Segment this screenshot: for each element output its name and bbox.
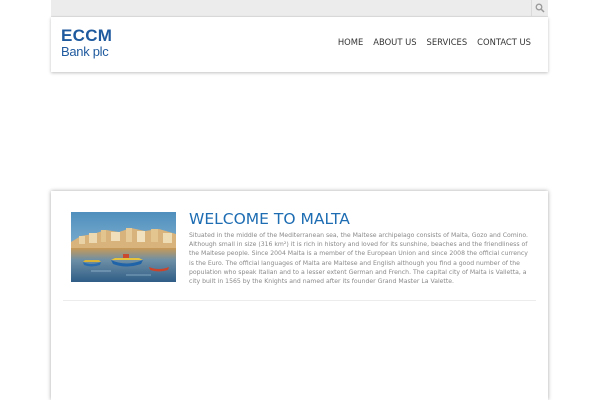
divider <box>63 300 536 301</box>
nav-contact-us[interactable]: CONTACT US <box>477 37 531 47</box>
site-logo[interactable]: ECCM Bank plc <box>61 27 112 58</box>
article-body: Situated in the middle of the Mediterran… <box>189 232 528 286</box>
search-icon <box>535 3 545 13</box>
nav-home[interactable]: HOME <box>338 37 363 47</box>
malta-harbour-photo <box>71 212 176 282</box>
site-header: ECCM Bank plc HOME ABOUT US SERVICES CON… <box>51 17 548 72</box>
logo-line2: Bank plc <box>61 44 109 59</box>
nav-services[interactable]: SERVICES <box>427 37 468 47</box>
bottom-fade <box>51 330 548 400</box>
main-nav: HOME ABOUT US SERVICES CONTACT US <box>338 37 531 47</box>
article-title: WELCOME TO MALTA <box>189 210 350 228</box>
search-button[interactable] <box>531 0 548 16</box>
logo-line1: ECCM <box>61 26 113 45</box>
content-card: WELCOME TO MALTA Situated in the middle … <box>51 191 548 400</box>
top-search-bar <box>51 0 548 17</box>
nav-about-us[interactable]: ABOUT US <box>373 37 416 47</box>
